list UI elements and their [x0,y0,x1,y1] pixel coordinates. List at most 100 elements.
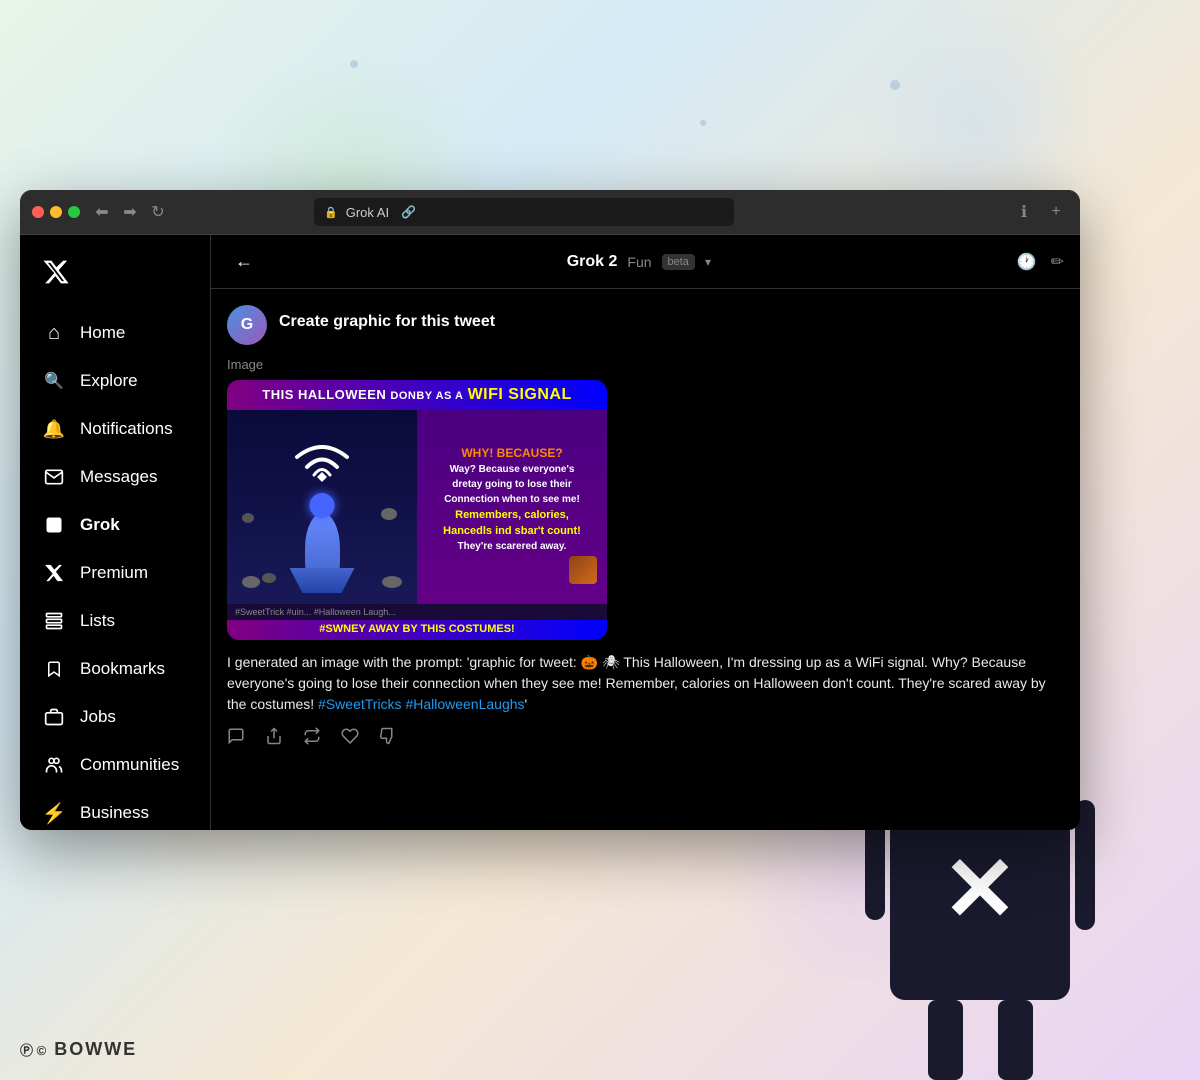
halloween-image: THIS HALLOWEEN Donby as A WIFI SIGNAL [227,380,607,640]
halloween-left-panel [227,410,417,620]
sidebar-item-premium-label: Premium [80,563,148,583]
browser-back-button[interactable]: ⬅ [90,200,114,224]
business-icon: ⚡ [42,801,66,825]
main-content-area: ← Grok 2 Fun beta ▾ 🕐 ✏ G Create graphic… [210,235,1080,830]
grok-header: ← Grok 2 Fun beta ▾ 🕐 ✏ [211,235,1080,289]
post-body-text: I generated an image with the prompt: 'g… [227,652,1064,715]
maximize-traffic-light[interactable] [68,206,80,218]
browser-info-button[interactable]: ℹ [1012,200,1036,224]
address-bar[interactable]: 🔒 Grok AI 🔗 [314,198,734,226]
browser-chrome: ⬅ ➡ ↻ 🔒 Grok AI 🔗 ℹ + [20,190,1080,235]
compose-icon[interactable]: ✏ [1051,252,1064,272]
traffic-lights [32,206,80,218]
share-button[interactable] [265,727,283,745]
grok-title-area: Grok 2 Fun beta ▾ [273,253,1005,271]
robot-legs [890,1000,1070,1080]
halloween-hashtag-bar: #SweetTrick #uin... #Halloween Laugh... [227,604,607,620]
minimize-traffic-light[interactable] [50,206,62,218]
halloween-remember-text2: Hancedls ind sbar't count! [427,525,597,537]
close-traffic-light[interactable] [32,206,44,218]
grok-title: Grok 2 [567,253,618,271]
sidebar-item-business[interactable]: ⚡ Business [30,791,200,830]
browser-right-buttons: ℹ + [1012,200,1068,224]
halloween-body: WHY! BECAUSE? Way? Because everyone's dr… [227,410,607,620]
sidebar-item-notifications[interactable]: 🔔 Notifications [30,407,200,451]
chevron-down-icon[interactable]: ▾ [705,255,711,269]
halloween-scared-text: They're scarered away. [427,541,597,552]
post-action-bar [227,727,1064,745]
mail-icon [42,465,66,489]
browser-refresh-button[interactable]: ↻ [146,200,170,224]
sidebar-item-premium[interactable]: Premium [30,551,200,595]
x-logo[interactable] [30,250,200,299]
dislike-button[interactable] [379,727,397,745]
post-hashtags: #SweetTricks #HalloweenLaughs [318,696,524,712]
halloween-because-text1: Way? Because everyone's [427,464,597,475]
back-button[interactable]: ← [227,247,261,276]
browser-nav: ⬅ ➡ ↻ [90,200,170,224]
lock-icon: 🔒 [324,206,338,219]
post-title: Create graphic for this tweet [279,305,495,331]
browser-window: ⬅ ➡ ↻ 🔒 Grok AI 🔗 ℹ + ⌂ Home [20,190,1080,830]
sidebar-item-bookmarks[interactable]: Bookmarks [30,647,200,691]
premium-icon [42,561,66,585]
sidebar: ⌂ Home 🔍 Explore 🔔 Notifications Message… [20,235,210,830]
halloween-footer-text: #SWNEY AWAY BY THIS COSTUMES! [227,618,607,640]
sidebar-item-messages[interactable]: Messages [30,455,200,499]
post-container: G Create graphic for this tweet Image TH… [211,289,1080,761]
home-icon: ⌂ [42,321,66,345]
browser-forward-button[interactable]: ➡ [118,200,142,224]
portrait-thumbnail [569,556,597,584]
sidebar-item-business-label: Business [80,803,149,823]
robot-x-icon: ✕ [942,845,1017,935]
bell-icon: 🔔 [42,417,66,441]
grok-fun-label: Fun [627,254,651,270]
reply-button[interactable] [227,727,245,745]
bowwe-icons: Ⓟ © [20,1040,46,1059]
halloween-remember-text1: Remembers, calories, [427,509,597,521]
jobs-icon [42,705,66,729]
avatar: G [227,305,267,345]
sidebar-item-jobs-label: Jobs [80,707,116,727]
link-icon: 🔗 [401,205,416,219]
grok-icon [42,513,66,537]
halloween-figure [305,513,340,583]
sidebar-item-notifications-label: Notifications [80,419,173,439]
halloween-why-text: WHY! BECAUSE? [427,446,597,460]
history-icon[interactable]: 🕐 [1017,252,1037,272]
bowwe-watermark: Ⓟ © BOWWE [20,1039,137,1060]
lists-icon [42,609,66,633]
sidebar-item-explore[interactable]: 🔍 Explore [30,359,200,403]
bowwe-label: BOWWE [54,1039,137,1060]
search-icon: 🔍 [42,369,66,393]
halloween-because-text2: dretay going to lose their [427,479,597,490]
grok-beta-badge: beta [662,254,695,270]
sidebar-item-home[interactable]: ⌂ Home [30,311,200,355]
image-label: Image [227,357,1064,372]
sidebar-item-bookmarks-label: Bookmarks [80,659,165,679]
browser-content: ⌂ Home 🔍 Explore 🔔 Notifications Message… [20,235,1080,830]
halloween-connection-text: Connection when to see me! [427,494,597,505]
communities-icon [42,753,66,777]
halloween-right-panel: WHY! BECAUSE? Way? Because everyone's dr… [417,410,607,620]
sidebar-item-communities-label: Communities [80,755,179,775]
bookmark-icon [42,657,66,681]
sidebar-item-grok-label: Grok [80,515,120,535]
sidebar-item-lists[interactable]: Lists [30,599,200,643]
sidebar-item-communities[interactable]: Communities [30,743,200,787]
robot-leg-left [928,1000,963,1080]
robot-leg-right [998,1000,1033,1080]
sidebar-item-explore-label: Explore [80,371,138,391]
halloween-header-text: THIS HALLOWEEN Donby as A WIFI SIGNAL [227,380,607,410]
browser-new-tab-button[interactable]: + [1044,200,1068,224]
like-button[interactable] [341,727,359,745]
sidebar-item-messages-label: Messages [80,467,157,487]
sidebar-item-jobs[interactable]: Jobs [30,695,200,739]
grok-header-icons: 🕐 ✏ [1017,252,1064,272]
post-header: G Create graphic for this tweet [227,305,1064,345]
retweet-button[interactable] [303,727,321,745]
sidebar-item-home-label: Home [80,323,125,343]
sidebar-item-lists-label: Lists [80,611,115,631]
address-bar-text: Grok AI [346,205,389,220]
sidebar-item-grok[interactable]: Grok [30,503,200,547]
